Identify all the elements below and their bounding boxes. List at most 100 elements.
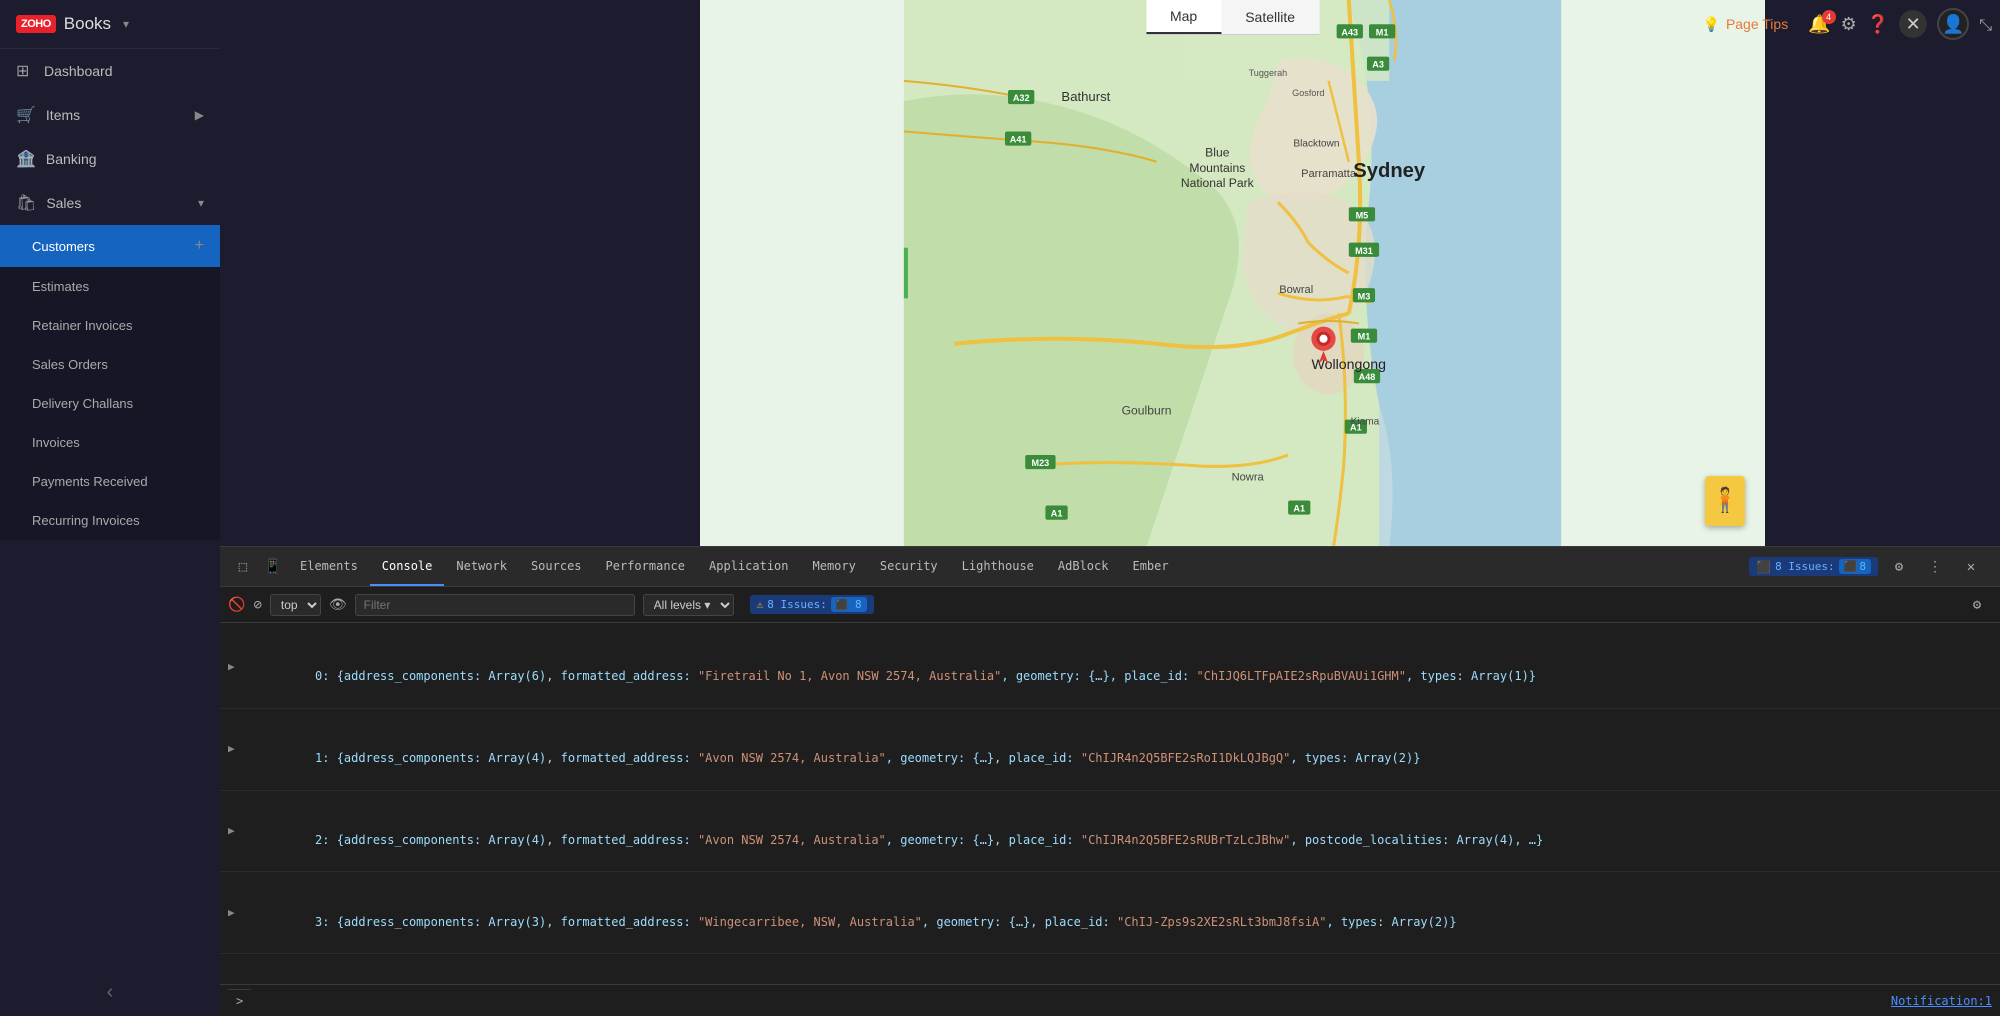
right-panel: [1765, 0, 2000, 546]
zoho-brand: ZOHO: [16, 15, 56, 33]
avatar: 👤: [1937, 8, 1969, 40]
svg-text:Gosford: Gosford: [1292, 88, 1324, 98]
svg-text:M23: M23: [1032, 458, 1050, 468]
sidebar-item-delivery-challans[interactable]: Delivery Challans: [0, 384, 220, 423]
svg-text:A43: A43: [1341, 27, 1358, 37]
expand-icon[interactable]: ⤡: [1979, 14, 1992, 35]
recurring-invoices-label: Recurring Invoices: [32, 513, 140, 528]
sidebar-collapse-button[interactable]: ‹: [107, 981, 114, 1004]
issues-count-num: ⬛ 8: [831, 597, 867, 612]
svg-text:Nowra: Nowra: [1232, 471, 1265, 483]
console-filter-icon[interactable]: ⊘: [253, 597, 261, 613]
console-levels-select[interactable]: All levels ▾: [643, 594, 734, 616]
devtools-more-icon[interactable]: ⋮: [1920, 552, 1950, 582]
items-icon: 🛒: [16, 105, 36, 125]
tab-application[interactable]: Application: [697, 547, 800, 586]
console-eye-icon[interactable]: 👁: [329, 597, 347, 613]
person-icon: 🧍: [1710, 489, 1740, 513]
expand-arrow-icon[interactable]: ▶: [228, 904, 235, 922]
issues-warning-icon: ⚠: [757, 598, 764, 611]
issues-label: 8 Issues:: [1775, 560, 1835, 573]
tab-security[interactable]: Security: [868, 547, 950, 586]
console-clear-icon[interactable]: 🚫: [228, 597, 245, 613]
svg-text:Tuggerah: Tuggerah: [1249, 68, 1288, 78]
sidebar-item-sales-orders[interactable]: Sales Orders: [0, 345, 220, 384]
tab-elements[interactable]: Elements: [288, 547, 370, 586]
svg-text:Mountains: Mountains: [1189, 161, 1245, 175]
app-logo[interactable]: ZOHO Books ▾: [0, 0, 220, 49]
console-line-4: ▶ 4: {address_components: Array(2), form…: [220, 954, 2000, 984]
sidebar-item-invoices[interactable]: Invoices: [0, 423, 220, 462]
devtools-settings-icon[interactable]: ⚙: [1884, 552, 1914, 582]
svg-text:National Park: National Park: [1181, 176, 1255, 190]
console-context-select[interactable]: top: [270, 594, 321, 616]
expand-arrow-icon[interactable]: ▶: [228, 822, 235, 840]
expand-arrow-icon[interactable]: ▶: [228, 740, 235, 758]
svg-text:A1: A1: [1051, 509, 1063, 519]
svg-text:A3: A3: [1372, 60, 1384, 70]
sales-icon: 🛍: [16, 193, 36, 213]
svg-text:Blacktown: Blacktown: [1293, 139, 1339, 150]
lightbulb-icon: 💡: [1703, 16, 1720, 33]
sidebar-item-items[interactable]: 🛒 Items ▶: [0, 93, 220, 137]
items-arrow-icon: ▶: [195, 108, 204, 122]
notification-button[interactable]: 🔔 4: [1808, 14, 1830, 35]
customers-add-icon[interactable]: +: [195, 237, 204, 255]
svg-text:M1: M1: [1358, 332, 1371, 342]
devtools-close-icon[interactable]: ✕: [1956, 552, 1986, 582]
sidebar-item-estimates[interactable]: Estimates: [0, 267, 220, 306]
tab-console[interactable]: Console: [370, 547, 445, 586]
page-tips-button[interactable]: 💡 Page Tips: [1693, 10, 1799, 39]
devtools-inspect-icon[interactable]: ⬚: [228, 552, 258, 582]
sidebar-item-dashboard[interactable]: ⊞ Dashboard: [0, 49, 220, 93]
tab-adblock[interactable]: AdBlock: [1046, 547, 1121, 586]
svg-text:A41: A41: [1010, 135, 1027, 145]
tab-performance[interactable]: Performance: [594, 547, 697, 586]
console-filter-input[interactable]: [355, 594, 635, 616]
devtools-device-icon[interactable]: 📱: [258, 552, 288, 582]
console-line-0: ▶ 0: {address_components: Array(6), form…: [220, 627, 2000, 709]
settings-button[interactable]: ⚙: [1841, 14, 1857, 35]
satellite-view-button[interactable]: Satellite: [1221, 0, 1319, 34]
console-output[interactable]: ▶ 0: {address_components: Array(6), form…: [220, 623, 2000, 984]
sidebar-item-recurring-invoices[interactable]: Recurring Invoices: [0, 501, 220, 540]
sidebar-item-banking[interactable]: 🏦 Banking: [0, 137, 220, 181]
tab-ember[interactable]: Ember: [1120, 547, 1180, 586]
help-button[interactable]: ❓: [1867, 14, 1889, 35]
sidebar: ZOHO Books ▾ ⊞ Dashboard 🛒 Items ▶ 🏦 Ban…: [0, 0, 220, 1016]
svg-text:M3: M3: [1358, 291, 1371, 301]
profile-icon[interactable]: 👤: [1937, 8, 1969, 40]
svg-text:Blue: Blue: [1205, 146, 1230, 160]
close-button[interactable]: ✕: [1899, 10, 1927, 38]
expand-arrow-icon[interactable]: ▶: [228, 659, 235, 677]
delivery-challans-label: Delivery Challans: [32, 396, 133, 411]
notification-bar: > Notification:1: [220, 984, 2000, 1016]
sidebar-item-sales[interactable]: 🛍 Sales ▾: [0, 181, 220, 225]
prompt-arrow-icon: >: [236, 994, 243, 1008]
street-view-icon[interactable]: 🧍: [1705, 476, 1745, 526]
notification-link[interactable]: Notification:1: [1891, 994, 1992, 1008]
tab-network[interactable]: Network: [444, 547, 519, 586]
tab-memory[interactable]: Memory: [801, 547, 868, 586]
sidebar-item-retainer-invoices[interactable]: Retainer Invoices: [0, 306, 220, 345]
devtools-tabs: Elements Console Network Sources Perform…: [288, 547, 1743, 586]
svg-text:Bowral: Bowral: [1279, 284, 1313, 296]
console-issues-badge[interactable]: ⚠ 8 Issues: ⬛ 8: [750, 595, 874, 614]
sidebar-item-customers[interactable]: Customers +: [0, 225, 220, 267]
map-view-button[interactable]: Map: [1146, 0, 1221, 34]
sidebar-item-payments-received[interactable]: Payments Received: [0, 462, 220, 501]
banking-icon: 🏦: [16, 149, 36, 169]
tab-lighthouse[interactable]: Lighthouse: [950, 547, 1046, 586]
map-container[interactable]: Map Satellite: [700, 0, 1765, 546]
sidebar-item-label: Sales: [46, 195, 81, 211]
console-line-1: ▶ 1: {address_components: Array(4), form…: [220, 709, 2000, 791]
payments-received-label: Payments Received: [32, 474, 148, 489]
logo-dropdown-icon[interactable]: ▾: [123, 17, 129, 31]
issues-badge[interactable]: ⬛ 8 Issues: ⬛ 8: [1749, 557, 1878, 576]
console-settings-icon[interactable]: ⚙: [1962, 590, 1992, 620]
sales-submenu: Customers + Estimates Retainer Invoices …: [0, 225, 220, 540]
sidebar-item-label: Dashboard: [44, 63, 113, 79]
tab-sources[interactable]: Sources: [519, 547, 594, 586]
console-prompt: >: [228, 989, 251, 1012]
svg-text:Goulburn: Goulburn: [1122, 404, 1172, 418]
